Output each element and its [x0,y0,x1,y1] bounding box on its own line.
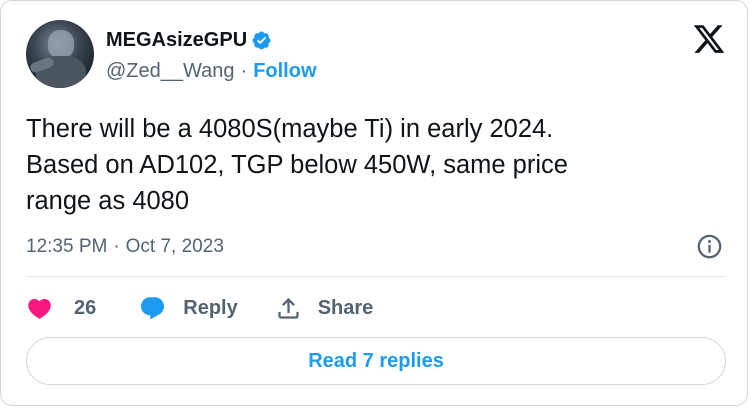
author-info: MEGAsizeGPU @Zed__Wang · Follow [106,28,317,83]
like-button[interactable]: 26 [26,295,96,322]
author-handle[interactable]: @Zed__Wang [106,60,235,83]
share-label: Share [317,296,374,319]
action-bar: 26 Reply Share [26,291,373,325]
divider [26,276,726,277]
meta-separator: · [113,236,120,257]
reply-button[interactable]: Reply [139,295,238,322]
tweet-time[interactable]: 12:35 PM [26,236,107,258]
follow-button[interactable]: Follow [253,60,316,83]
tweet-card: MEGAsizeGPU @Zed__Wang · Follow There wi… [0,0,748,406]
tweet-meta: 12:35 PM · Oct 7, 2023 [26,233,726,261]
tweet-date[interactable]: Oct 7, 2023 [126,236,224,258]
tweet-text: There will be a 4080S(maybe Ti) in early… [26,115,568,215]
heart-icon [28,298,51,319]
verified-badge-icon [252,31,271,49]
share-button[interactable]: Share [275,295,374,322]
avatar[interactable] [26,20,94,88]
read-replies-button[interactable]: Read 7 replies [26,337,726,385]
separator-dot: · [240,59,248,82]
speech-bubble-icon [141,296,165,319]
info-icon[interactable] [696,233,723,260]
like-count: 26 [74,296,97,319]
reply-label: Reply [183,296,238,319]
tweet-header: MEGAsizeGPU @Zed__Wang · Follow [26,20,726,88]
share-upload-icon [278,297,299,319]
x-logo-icon[interactable] [692,22,726,56]
author-display-name[interactable]: MEGAsizeGPU [106,29,247,52]
